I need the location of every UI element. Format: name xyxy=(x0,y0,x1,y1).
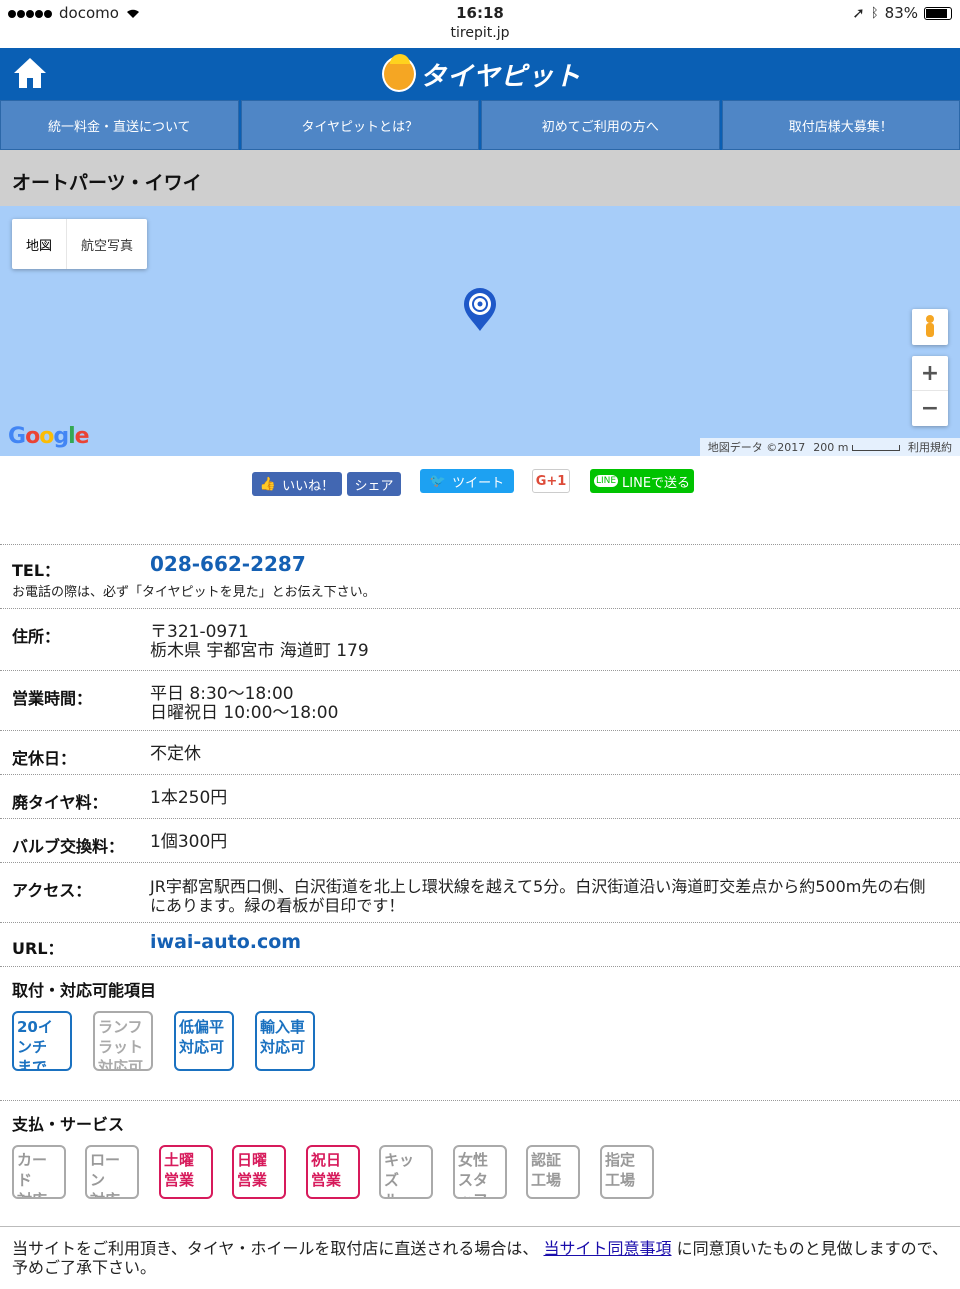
bluetooth-icon: ᛒ xyxy=(871,6,879,21)
hours-weekday: 平日 8:30〜18:00 xyxy=(150,685,940,704)
access-label: アクセス： xyxy=(12,877,91,901)
hours-value: 平日 8:30〜18:00 日曜祝日 10:00〜18:00 xyxy=(150,685,940,723)
row-closed: 定休日： 不定休 xyxy=(0,730,960,774)
row-address: 住所： 〒321-0971 栃木県 宇都宮市 海道町 179 xyxy=(0,608,960,670)
badge-designated: 指定工場 xyxy=(600,1145,654,1199)
address-label: 住所： xyxy=(12,623,60,647)
tire-fee-label: 廃タイヤ料： xyxy=(12,789,108,813)
badge-20inch: 20インチまでOK xyxy=(12,1011,72,1071)
google-logo: Google xyxy=(8,424,89,449)
map-terms-link[interactable]: 利用規約 xyxy=(908,439,952,455)
map-footer: 地図データ ©2017 200 m 利用規約 xyxy=(700,438,960,456)
valve-fee-value: 1個300円 xyxy=(150,833,940,852)
badge-card: カード対応 xyxy=(12,1145,66,1199)
closed-label: 定休日： xyxy=(12,745,76,769)
nav-pricing[interactable]: 統一料金・直送について xyxy=(0,100,239,150)
tel-note: お電話の際は、必ず「タイヤピットを見た」とお伝え下さい。 xyxy=(12,581,376,600)
url-label: URL： xyxy=(12,935,64,959)
site-header: タイヤピット xyxy=(0,48,960,100)
badge-certified: 認証工場 xyxy=(526,1145,580,1199)
services-section: 支払・サービス カード対応 ローン対応 土曜営業 日曜営業 祝日営業 キッズルー… xyxy=(0,1100,960,1226)
badge-sunday: 日曜営業 xyxy=(232,1145,286,1199)
map-scale: 200 m xyxy=(813,441,900,454)
page-title: オートパーツ・イワイ xyxy=(0,150,960,213)
address-line: 栃木県 宇都宮市 海道町 179 xyxy=(150,642,940,661)
badge-holiday: 祝日営業 xyxy=(306,1145,360,1199)
badge-kids-room: キッズルーム xyxy=(379,1145,433,1199)
badge-loan: ローン対応 xyxy=(85,1145,139,1199)
twitter-bird-icon: 🐦 xyxy=(430,474,446,489)
url-bar[interactable]: tirepit.jp xyxy=(0,25,960,41)
facebook-share-button[interactable]: シェア xyxy=(347,472,401,496)
status-bar: docomo 16:18 tirepit.jp ➚ ᛒ 83% xyxy=(0,0,960,48)
access-value: JR宇都宮駅西口側、白沢街道を北上し環状線を越えて5分。白沢街道沿い海道町交差点… xyxy=(150,877,940,915)
address-value: 〒321-0971 栃木県 宇都宮市 海道町 179 xyxy=(150,623,940,661)
zoom-control: + − xyxy=(912,356,948,426)
thumbs-up-icon: 👍 xyxy=(260,477,276,492)
pegman-icon[interactable] xyxy=(912,309,948,345)
map-type-toggle: 地図 航空写真 xyxy=(12,219,147,269)
services-title: 支払・サービス xyxy=(0,1101,960,1145)
address-zip: 〒321-0971 xyxy=(150,623,940,642)
status-right: ➚ ᛒ 83% xyxy=(852,4,952,22)
mascot-icon xyxy=(382,56,416,92)
row-access: アクセス： JR宇都宮駅西口側、白沢街道を北上し環状線を越えて5分。白沢街道沿い… xyxy=(0,862,960,922)
nav-recruit[interactable]: 取付店様大募集！ xyxy=(722,100,960,150)
tweet-button[interactable]: 🐦ツイート xyxy=(420,469,514,493)
share-bar: 👍いいね！ シェア 🐦ツイート G+1 LINELINEで送る xyxy=(0,468,960,502)
row-valve-fee: バルブ交換料： 1個300円 xyxy=(0,818,960,862)
battery-percent: 83% xyxy=(885,4,918,22)
footer-text-1: 当サイトをご利用頂き、タイヤ・ホイールを取付店に直送される場合は、 xyxy=(12,1239,538,1258)
hours-holiday: 日曜祝日 10:00〜18:00 xyxy=(150,704,940,723)
map-pin-icon[interactable] xyxy=(462,286,498,332)
google-plus-button[interactable]: G+1 xyxy=(532,469,570,493)
row-tire-fee: 廃タイヤ料： 1本250円 xyxy=(0,774,960,818)
battery-icon xyxy=(924,7,952,20)
footer-terms-link[interactable]: 当サイト同意事項 xyxy=(544,1239,672,1258)
row-url: URL： iwai-auto.com xyxy=(0,922,960,966)
main-nav: 統一料金・直送について タイヤピットとは？ 初めてご利用の方へ 取付店様大募集！ xyxy=(0,100,960,150)
map-data-credit: 地図データ ©2017 xyxy=(708,439,806,455)
valve-fee-label: バルブ交換料： xyxy=(12,833,124,857)
badge-low-profile: 低偏平対応可 xyxy=(174,1011,234,1071)
home-icon[interactable] xyxy=(12,56,48,90)
facebook-like-button[interactable]: 👍いいね！ xyxy=(252,472,342,496)
tire-fee-value: 1本250円 xyxy=(150,789,940,808)
map-type-map[interactable]: 地図 xyxy=(12,219,67,269)
map-type-aerial[interactable]: 航空写真 xyxy=(67,219,147,269)
hours-label: 営業時間： xyxy=(12,685,92,709)
site-logo[interactable]: タイヤピット xyxy=(382,54,582,94)
shop-info: TEL： 028-662-2287 お電話の際は、必ず「タイヤピットを見た」とお… xyxy=(0,544,960,966)
closed-value: 不定休 xyxy=(150,745,940,764)
clock: 16:18 xyxy=(0,4,960,22)
zoom-in-button[interactable]: + xyxy=(912,356,948,391)
row-tel: TEL： 028-662-2287 お電話の際は、必ず「タイヤピットを見た」とお… xyxy=(0,544,960,608)
badge-import-car: 輸入車対応可 xyxy=(255,1011,315,1071)
map[interactable]: 地図 航空写真 + − Google 地図データ ©2017 200 m 利用規… xyxy=(0,206,960,456)
line-share-button[interactable]: LINELINEで送る xyxy=(590,469,694,493)
capabilities-section: 取付・対応可能項目 20インチまでOK ランフラット対応可 低偏平対応可 輸入車… xyxy=(0,966,960,1100)
tel-label: TEL： xyxy=(12,557,60,581)
logo-text: タイヤピット xyxy=(420,56,581,93)
shop-url-link[interactable]: iwai-auto.com xyxy=(150,933,940,952)
badge-female-staff: 女性スタッフ xyxy=(453,1145,507,1199)
capabilities-title: 取付・対応可能項目 xyxy=(0,967,960,1011)
row-hours: 営業時間： 平日 8:30〜18:00 日曜祝日 10:00〜18:00 xyxy=(0,670,960,730)
badge-saturday: 土曜営業 xyxy=(159,1145,213,1199)
page-title-bar: オートパーツ・イワイ xyxy=(0,150,960,206)
nav-about[interactable]: タイヤピットとは？ xyxy=(241,100,480,150)
line-icon: LINE xyxy=(594,475,618,487)
nav-first-time[interactable]: 初めてご利用の方へ xyxy=(481,100,720,150)
badge-runflat: ランフラット対応可 xyxy=(93,1011,153,1071)
tel-link[interactable]: 028-662-2287 xyxy=(150,555,940,574)
location-icon: ➚ xyxy=(852,4,865,22)
zoom-out-button[interactable]: − xyxy=(912,391,948,426)
